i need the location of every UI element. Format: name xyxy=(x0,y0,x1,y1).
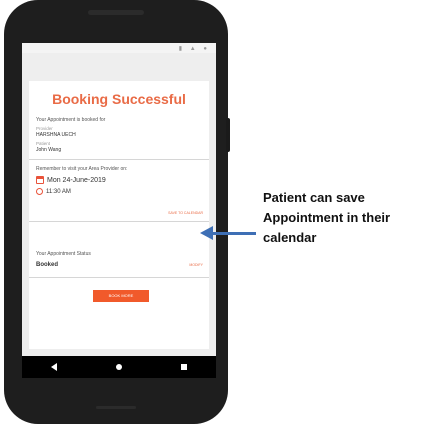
status-value: Booked xyxy=(36,262,59,268)
patient-value: John Wang xyxy=(36,147,62,153)
speaker xyxy=(96,406,136,409)
power-button xyxy=(226,118,230,152)
intro-text: Your Appointment is booked for xyxy=(36,117,106,123)
annotation-text: Patient can save Appointment in their ca… xyxy=(263,190,391,245)
booking-card: Booking Successful Your Appointment is b… xyxy=(29,81,209,349)
home-icon[interactable] xyxy=(115,364,122,370)
android-nav-bar xyxy=(22,356,216,378)
book-more-button[interactable]: BOOK MORE xyxy=(93,290,149,302)
reminder-text: Remember to visit your Area Provider on: xyxy=(36,166,128,172)
arrow-line xyxy=(212,232,256,235)
back-icon[interactable] xyxy=(51,363,58,371)
appointment-date-row: Mon 24-June-2019 xyxy=(36,176,106,184)
phone-device: ▮ ▲ ● Booking Successful Your Appointmen… xyxy=(4,0,228,424)
page-title: Booking Successful xyxy=(52,91,186,107)
status-label: Your Appointment Status xyxy=(36,251,91,257)
appointment-date: Mon 24-June-2019 xyxy=(47,176,106,184)
divider xyxy=(29,221,209,222)
phone-screen: ▮ ▲ ● Booking Successful Your Appointmen… xyxy=(22,43,216,378)
recent-apps-icon[interactable] xyxy=(180,364,187,370)
provider-label: Provider xyxy=(36,126,53,131)
status-bar: ▮ ▲ ● xyxy=(22,43,216,53)
earpiece xyxy=(88,10,144,15)
appointment-time-row: 11:30 AM xyxy=(36,188,71,195)
modify-link[interactable]: MODIFY xyxy=(189,263,203,267)
clock-icon xyxy=(36,188,43,195)
calendar-icon xyxy=(36,176,44,184)
patient-label: Patient xyxy=(36,141,51,146)
appointment-time: 11:30 AM xyxy=(46,188,71,195)
divider xyxy=(29,159,209,160)
divider xyxy=(29,277,209,278)
save-to-calendar-link[interactable]: SAVE TO CALENDAR xyxy=(168,211,203,215)
provider-value: HARSHNA UECH xyxy=(36,132,76,138)
status-icons: ▮ ▲ ● xyxy=(178,46,210,52)
